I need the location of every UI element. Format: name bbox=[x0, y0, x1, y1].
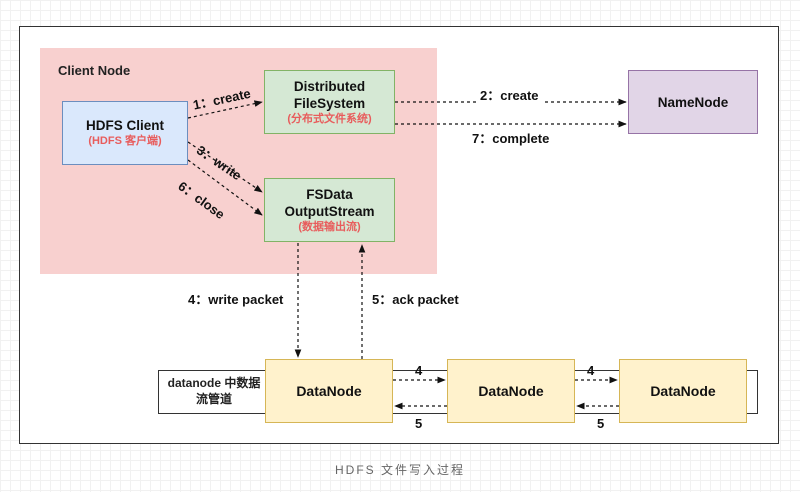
figure-caption: HDFS 文件写入过程 bbox=[334, 463, 465, 477]
hdfs-client-subtitle: (HDFS 客户端) bbox=[88, 135, 162, 147]
fsdata-line1: FSData bbox=[306, 186, 353, 202]
distributed-filesystem-node: Distributed FileSystem (分布式文件系统) bbox=[264, 70, 395, 134]
namenode-title: NameNode bbox=[657, 94, 729, 110]
datanode-1-label: DataNode bbox=[296, 382, 362, 399]
fsdata-line2: OutputStream bbox=[284, 203, 375, 219]
edge-label-2-create: 2：create bbox=[477, 85, 542, 104]
fsdata-subtitle: (数据输出流) bbox=[298, 220, 361, 233]
edge-label-4-write-packet: 4：write packet bbox=[185, 289, 287, 308]
datanode-3: DataNode bbox=[619, 359, 747, 423]
distributed-filesystem-line1: Distributed bbox=[293, 78, 366, 94]
edge-label-5-ack-packet: 5：ack packet bbox=[369, 289, 462, 308]
datanode-2-label: DataNode bbox=[478, 382, 544, 399]
hdfs-client-title: HDFS Client bbox=[85, 118, 164, 133]
fsdata-outputstream-node: FSData OutputStream (数据输出流) bbox=[264, 178, 395, 242]
datanode-2: DataNode bbox=[447, 359, 575, 423]
namenode-node: NameNode bbox=[628, 70, 758, 134]
edge-label-dn3-dn2-5: 5 bbox=[597, 416, 605, 431]
distributed-filesystem-subtitle: (分布式文件系统) bbox=[287, 112, 372, 125]
distributed-filesystem-line2: FileSystem bbox=[293, 95, 366, 111]
edge-label-dn2-dn1-5: 5 bbox=[415, 416, 423, 431]
datanode-3-label: DataNode bbox=[650, 382, 716, 399]
edge-label-dn2-dn3-4: 4 bbox=[587, 363, 595, 378]
edge-label-dn1-dn2-4: 4 bbox=[415, 363, 423, 378]
hdfs-client-node: HDFS Client (HDFS 客户端) bbox=[62, 101, 188, 165]
datanode-1: DataNode bbox=[265, 359, 393, 423]
edge-label-7-complete: 7：complete bbox=[469, 128, 553, 147]
